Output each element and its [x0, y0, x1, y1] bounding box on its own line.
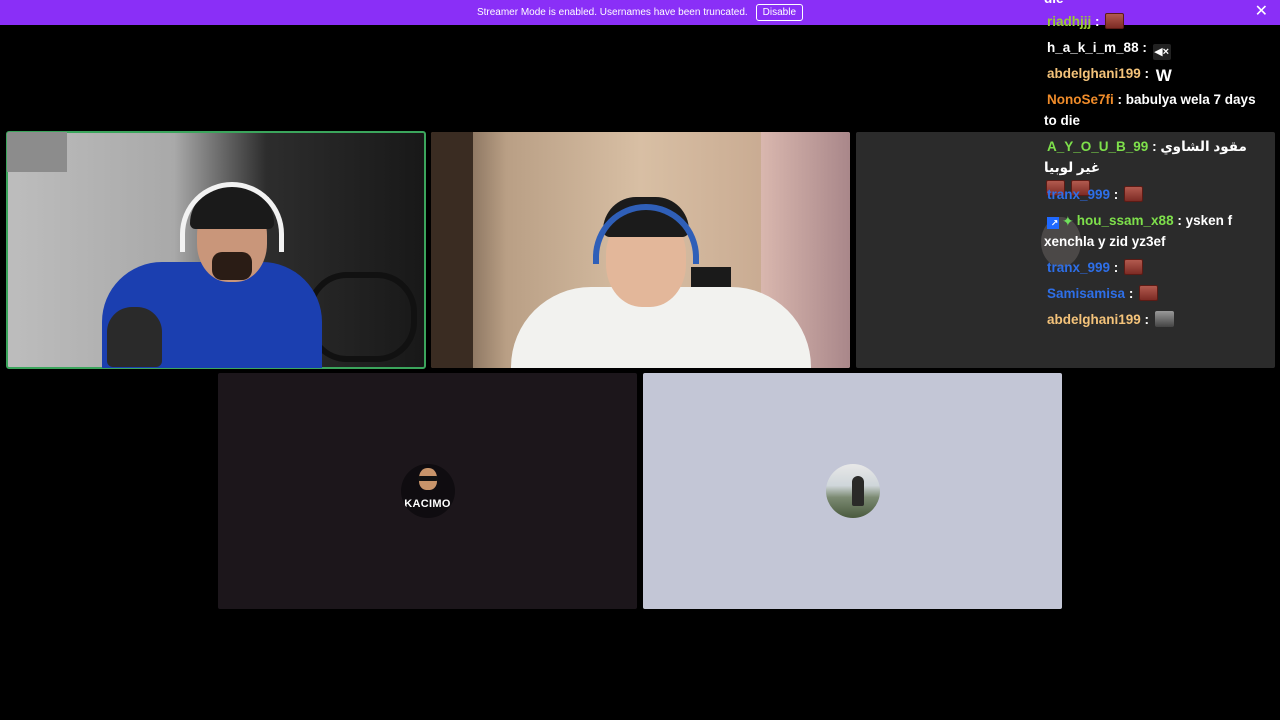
background-door	[431, 132, 473, 368]
chat-username[interactable]: NonoSe7fi	[1047, 92, 1114, 107]
video-tile-participant-1[interactable]	[6, 131, 426, 369]
chat-username[interactable]: Samisamisa	[1047, 286, 1125, 301]
emote-icon	[1124, 259, 1144, 275]
emote-icon	[1124, 186, 1144, 202]
chat-message: tranx_999 :	[1047, 255, 1144, 281]
chat-overlay: die riadhjjj : h_a_k_i_m_88 : ◀× abdelgh…	[1040, 0, 1280, 340]
motorbike-wheel	[307, 272, 417, 362]
avatar-logo-text: KACIMO	[404, 498, 451, 510]
chat-message: Samisamisa :	[1047, 281, 1159, 307]
streamer-mode-text: Streamer Mode is enabled. Usernames have…	[476, 7, 748, 18]
chat-username[interactable]: h_a_k_i_m_88	[1047, 40, 1139, 55]
chat-message: h_a_k_i_m_88 : ◀×	[1047, 40, 1171, 60]
chat-username[interactable]: tranx_999	[1047, 187, 1110, 202]
chat-username[interactable]: hou_ssam_x88	[1077, 213, 1174, 228]
sub-badge-icon: ✦	[1062, 213, 1074, 229]
background-shelf	[7, 132, 67, 172]
chat-username[interactable]: abdelghani199	[1047, 66, 1141, 81]
chat-username[interactable]: A_Y_O_U_B_99	[1047, 139, 1148, 154]
emote-icon	[1154, 311, 1174, 327]
emote-icon	[1139, 285, 1159, 301]
chat-message: riadhjjj :	[1047, 9, 1125, 35]
w-emote-icon: W	[1155, 66, 1172, 85]
streamer-2-figure	[511, 192, 811, 368]
microphone	[107, 307, 162, 367]
chat-username[interactable]: riadhjjj	[1047, 14, 1091, 29]
video-tile-participant-5[interactable]	[643, 373, 1062, 609]
chat-username[interactable]: abdelghani199	[1047, 312, 1141, 327]
disable-streamer-mode-button[interactable]: Disable	[755, 4, 804, 21]
video-tile-participant-kacimo[interactable]: KACIMO	[218, 373, 637, 609]
avatar: KACIMO	[400, 464, 455, 518]
chat-message: abdelghani199 : W	[1047, 66, 1172, 85]
chat-message: NonoSe7fi : babulya wela 7 days to die	[1044, 92, 1256, 128]
prime-badge-icon: ↗	[1047, 217, 1059, 229]
mute-emote-icon: ◀×	[1152, 44, 1171, 60]
emote-icon	[1105, 13, 1125, 29]
chat-message: abdelghani199 :	[1047, 307, 1174, 333]
chat-message: ↗ ✦ hou_ssam_x88 : ysken f xenchla y zid …	[1044, 213, 1233, 249]
chat-username[interactable]: tranx_999	[1047, 260, 1110, 275]
video-tile-participant-2[interactable]	[431, 132, 850, 368]
chat-message: tranx_999 :	[1047, 182, 1144, 208]
avatar	[825, 464, 880, 518]
